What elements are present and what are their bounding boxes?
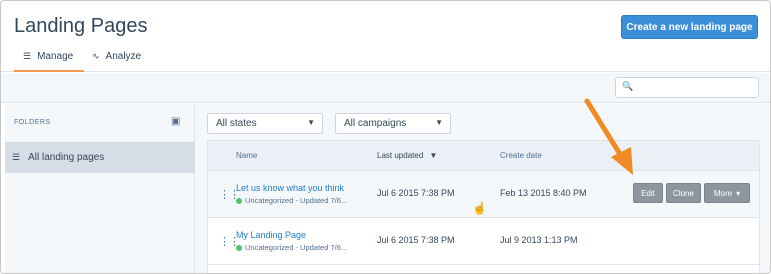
tab-manage[interactable]: ☰ Manage: [14, 51, 84, 72]
new-folder-icon[interactable]: ▣: [171, 116, 180, 127]
search-input[interactable]: [634, 79, 754, 96]
table-header: Name Last updated ▼ Create date: [208, 141, 759, 171]
page-name-link[interactable]: Let us know what you think: [236, 183, 344, 193]
mouse-cursor-icon: ☝: [472, 201, 487, 215]
page-meta: Uncategorized - Updated 7/6...: [236, 196, 347, 205]
activity-icon: ∿: [92, 51, 100, 61]
column-name: Name: [236, 151, 258, 160]
column-last-updated[interactable]: Last updated ▼: [377, 151, 437, 160]
tab-analyze[interactable]: ∿ Analyze: [92, 51, 141, 72]
clone-button[interactable]: Clone: [666, 183, 701, 203]
create-date-cell: Jul 9 2013 1:13 PM: [500, 235, 578, 245]
column-label: Last updated: [377, 151, 424, 160]
status-dot-icon: [236, 244, 242, 251]
sidebar-item-all-landing-pages[interactable]: ☰ All landing pages: [5, 142, 195, 173]
chevron-down-icon: ▾: [736, 188, 741, 198]
page-meta: Uncategorized - Updated 7/6...: [236, 243, 347, 252]
list-icon: ☰: [23, 51, 32, 61]
page-name-link[interactable]: My Landing Page: [236, 230, 306, 240]
campaign-filter-select[interactable]: All campaigns ▼: [335, 113, 451, 134]
last-updated-cell: Jul 6 2015 7:38 PM: [377, 235, 455, 245]
app-window: Landing Pages Create a new landing page …: [0, 0, 771, 274]
column-create-date: Create date: [500, 151, 542, 160]
create-landing-page-button[interactable]: Create a new landing page: [621, 15, 758, 39]
more-label: More: [713, 188, 733, 198]
create-date-cell: Feb 13 2015 8:40 PM: [500, 188, 587, 198]
table-row: ⋮⋮ My Landing Page Uncategorized - Updat…: [208, 218, 759, 265]
search-box[interactable]: 🔍: [615, 77, 759, 98]
folders-sidebar: FOLDERS ▣ ☰ All landing pages: [5, 104, 195, 273]
sidebar-item-label: All landing pages: [28, 152, 105, 163]
select-value: All states: [216, 118, 257, 129]
chevron-down-icon: ▼: [307, 118, 315, 127]
page-title: Landing Pages: [14, 15, 148, 37]
sort-desc-icon: ▼: [429, 151, 438, 160]
main-content: All states ▼ All campaigns ▼ Name Last u…: [195, 104, 770, 273]
search-icon: 🔍: [622, 81, 634, 91]
edit-button[interactable]: Edit: [633, 183, 663, 203]
list-icon: ☰: [12, 152, 21, 162]
chevron-down-icon: ▼: [435, 118, 443, 127]
folders-heading: FOLDERS: [14, 119, 51, 126]
more-button[interactable]: More ▾: [704, 183, 750, 203]
status-dot-icon: [236, 197, 242, 204]
last-updated-cell: Jul 6 2015 7:38 PM: [377, 188, 455, 198]
page-meta-text: Uncategorized - Updated 7/6...: [245, 196, 348, 205]
page-header: Landing Pages Create a new landing page …: [1, 1, 770, 72]
select-value: All campaigns: [344, 118, 407, 129]
tab-label: Analyze: [105, 51, 142, 62]
tab-label: Manage: [37, 51, 74, 62]
page-meta-text: Uncategorized - Updated 7/6...: [245, 243, 348, 252]
state-filter-select[interactable]: All states ▼: [207, 113, 323, 134]
